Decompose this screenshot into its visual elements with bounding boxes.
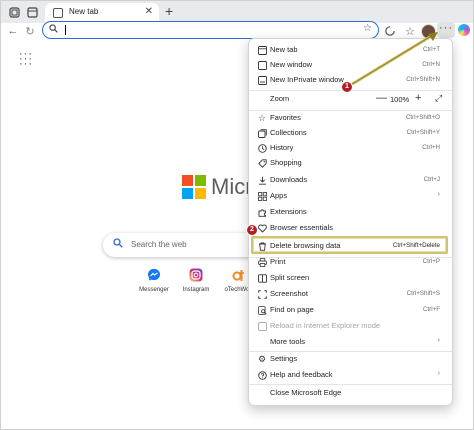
address-bar[interactable]: ☆ bbox=[42, 21, 379, 39]
refresh-icon[interactable]: ↻ bbox=[22, 23, 38, 39]
search-placeholder: Search the web bbox=[131, 240, 187, 249]
favorites-star-icon: ☆ bbox=[257, 112, 267, 123]
gear-icon: ⚙ bbox=[257, 353, 267, 364]
ie-mode-icon bbox=[257, 321, 267, 331]
menu-item-apps[interactable]: Apps › bbox=[249, 189, 452, 204]
browser-essentials-icon[interactable] bbox=[382, 23, 398, 39]
new-tab-button[interactable]: + bbox=[165, 3, 173, 19]
app-launcher-grid-icon[interactable]: ··· ··· ··· bbox=[19, 49, 33, 70]
new-tab-favicon-icon bbox=[53, 8, 63, 18]
delete-browsing-data-highlight bbox=[251, 236, 448, 254]
menu-item-settings[interactable]: ⚙ Settings bbox=[249, 352, 452, 367]
tab-actions-icon[interactable] bbox=[25, 5, 39, 19]
menu-item-new-window[interactable]: New window Ctrl+N bbox=[249, 58, 452, 73]
menu-item-favorites[interactable]: ☆ Favorites Ctrl+Shift+O bbox=[249, 111, 452, 126]
menu-item-print[interactable]: Print Ctrl+P bbox=[249, 255, 452, 270]
menu-item-downloads[interactable]: Downloads Ctrl+J bbox=[249, 173, 452, 188]
menu-item-reload-ie-mode: Reload in Internet Explorer mode bbox=[249, 319, 452, 334]
menu-item-find-on-page[interactable]: Find on page Ctrl+F bbox=[249, 303, 452, 318]
profile-avatar[interactable] bbox=[421, 24, 436, 39]
menu-item-collections[interactable]: Collections Ctrl+Shift+Y bbox=[249, 126, 452, 141]
menu-item-browser-essentials[interactable]: Browser essentials bbox=[249, 221, 452, 236]
text-caret bbox=[65, 25, 66, 35]
menu-item-history[interactable]: History Ctrl+H bbox=[249, 141, 452, 156]
back-arrow-icon[interactable]: ← bbox=[5, 23, 21, 39]
microsoft-logo-icon bbox=[182, 175, 206, 199]
tab-strip: New tab ✕ + bbox=[1, 1, 473, 23]
fullscreen-icon[interactable]: ⤢ bbox=[435, 93, 442, 104]
quick-link-label: Instagram bbox=[182, 287, 210, 293]
help-question-icon bbox=[257, 370, 267, 380]
workspaces-icon[interactable] bbox=[7, 5, 21, 19]
history-clock-icon bbox=[257, 143, 267, 153]
shopping-tag-icon bbox=[257, 158, 267, 168]
download-icon bbox=[257, 175, 267, 185]
settings-and-more-menu: New tab Ctrl+T New window Ctrl+N New InP… bbox=[248, 38, 453, 406]
search-icon bbox=[113, 238, 123, 251]
zoom-out-button[interactable]: — bbox=[376, 92, 387, 104]
submenu-chevron-icon: › bbox=[437, 370, 440, 377]
apps-icon bbox=[257, 191, 267, 201]
new-tab-icon bbox=[257, 45, 267, 55]
instagram-icon bbox=[188, 267, 204, 283]
close-tab-icon[interactable]: ✕ bbox=[145, 6, 153, 17]
menu-item-close-microsoft-edge[interactable]: Close Microsoft Edge bbox=[249, 386, 452, 401]
search-icon bbox=[49, 24, 58, 36]
quick-link-label: Messenger bbox=[139, 287, 169, 293]
split-screen-icon bbox=[257, 273, 267, 283]
otechworld-icon bbox=[230, 267, 246, 283]
submenu-chevron-icon: › bbox=[437, 337, 440, 344]
menu-separator bbox=[249, 384, 452, 385]
menu-item-shopping[interactable]: Shopping bbox=[249, 156, 452, 171]
menu-item-screenshot[interactable]: Screenshot Ctrl+Shift+S bbox=[249, 287, 452, 302]
step-badge-1: 1 bbox=[341, 81, 353, 93]
messenger-icon bbox=[146, 267, 162, 283]
menu-item-extensions[interactable]: Extensions bbox=[249, 205, 452, 220]
extensions-puzzle-icon bbox=[257, 207, 267, 217]
quick-link-messenger[interactable]: Messenger bbox=[131, 267, 177, 293]
collections-icon bbox=[257, 128, 267, 138]
tab-new-tab[interactable]: New tab ✕ bbox=[45, 3, 159, 23]
menu-item-help-and-feedback[interactable]: Help and feedback › bbox=[249, 368, 452, 383]
new-window-icon bbox=[257, 60, 267, 70]
menu-item-new-tab[interactable]: New tab Ctrl+T bbox=[249, 43, 452, 58]
find-icon bbox=[257, 305, 267, 315]
screenshot-icon bbox=[257, 289, 267, 299]
step-badge-2: 2 bbox=[246, 224, 258, 236]
zoom-in-button[interactable]: + bbox=[415, 92, 421, 104]
menu-item-zoom: Zoom — 100% + ⤢ bbox=[270, 92, 443, 104]
quick-link-instagram[interactable]: Instagram bbox=[173, 267, 219, 293]
printer-icon bbox=[257, 257, 267, 267]
address-input[interactable] bbox=[63, 23, 353, 35]
tab-title: New tab bbox=[69, 7, 99, 16]
inprivate-icon bbox=[257, 75, 267, 85]
submenu-chevron-icon: › bbox=[437, 191, 440, 198]
browser-window: New tab ✕ + ← ↻ ☆ ☆ ··· ··· ··· ··· Micr S… bbox=[0, 0, 474, 430]
menu-item-more-tools[interactable]: More tools › bbox=[249, 335, 452, 350]
zoom-level: 100% bbox=[390, 95, 410, 104]
copilot-icon[interactable] bbox=[458, 24, 470, 36]
add-favorite-star-icon[interactable]: ☆ bbox=[363, 23, 372, 34]
heart-pulse-icon bbox=[257, 223, 267, 233]
favorites-icon[interactable]: ☆ bbox=[402, 23, 418, 39]
menu-item-split-screen[interactable]: Split screen bbox=[249, 271, 452, 286]
microsoft-logo-text: Micr bbox=[211, 174, 253, 199]
settings-and-more-button[interactable]: ··· bbox=[437, 22, 455, 38]
